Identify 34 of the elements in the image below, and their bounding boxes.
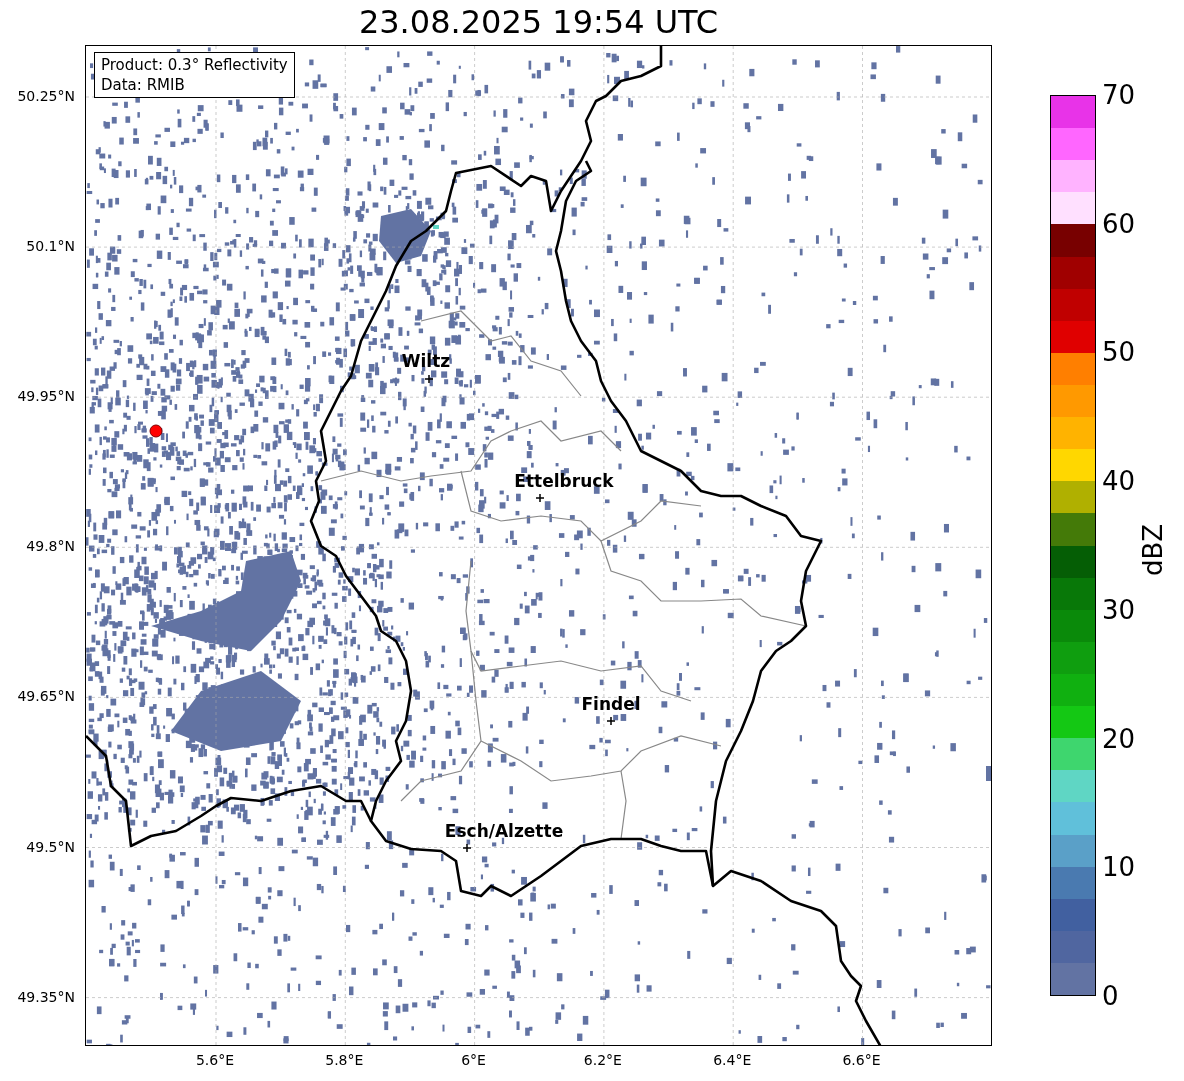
colorbar-tick-label: 40 (1102, 466, 1136, 497)
colorbar-tick-label: 60 (1102, 208, 1136, 239)
colorbar-tick-label: 50 (1102, 337, 1136, 368)
y-axis-label: 50.25°N (17, 88, 75, 104)
x-axis-label: 6°E (461, 1052, 486, 1068)
x-axis-label: 6.4°E (713, 1052, 752, 1068)
y-axis-label: 49.8°N (26, 538, 75, 555)
radar-site-icon (149, 424, 163, 438)
y-axis-label: 49.35°N (17, 988, 75, 1005)
y-axis-label: 50.1°N (26, 238, 75, 255)
colorbar-tick-label: 70 (1102, 80, 1136, 110)
colorbar-tick-label: 10 (1102, 852, 1136, 883)
city-label: Esch/Alzette (444, 821, 564, 841)
y-axis-label: 49.5°N (26, 838, 75, 855)
city-marker-icon (462, 843, 472, 853)
city-label: Ettelbruck (514, 471, 614, 491)
city-label: Wiltz (401, 351, 451, 371)
x-axis-label: 5.6°E (195, 1052, 235, 1068)
chart-title: 23.08.2025 19:54 UTC (357, 2, 720, 43)
city-label: Findel (581, 694, 641, 714)
info-text: Product: 0.3° Reflectivity (101, 55, 288, 75)
y-axis-label: 49.95°N (17, 388, 75, 405)
x-axis-label: 6.2°E (583, 1052, 622, 1068)
info-text: Data: RMIB (101, 75, 186, 95)
city-marker-icon (606, 716, 616, 726)
city-marker-icon (424, 374, 434, 384)
colorbar-tick-label: 30 (1102, 594, 1136, 625)
colorbar-tick-label: 20 (1102, 723, 1136, 754)
x-axis-label: 6.6°E (842, 1052, 881, 1068)
x-axis-label: 5.8°E (325, 1052, 364, 1068)
colorbar-label: dBZ (1138, 525, 1168, 575)
colorbar-tick-label: 0 (1102, 981, 1119, 1011)
city-marker-icon (535, 493, 545, 503)
y-axis-label: 49.65°N (17, 688, 75, 705)
